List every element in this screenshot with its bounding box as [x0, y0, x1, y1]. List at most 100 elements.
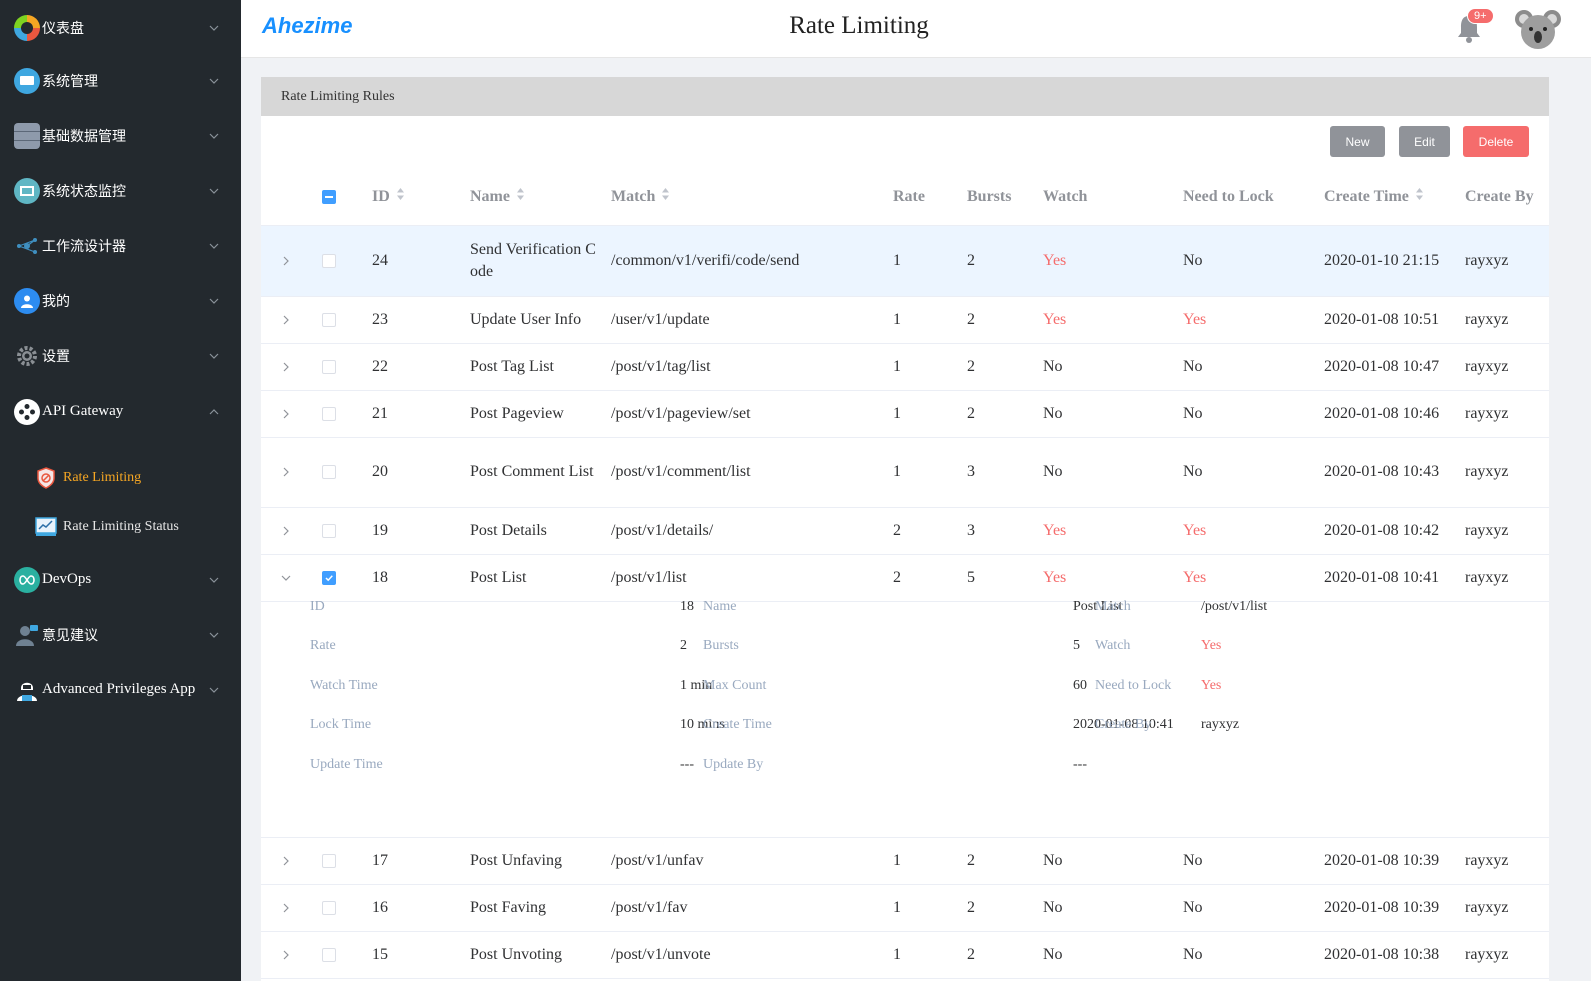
cell-rate: 1	[893, 945, 901, 963]
sidebar-subitem-rate-limiting[interactable]: Rate Limiting	[0, 456, 241, 500]
chevron-right-icon[interactable]	[281, 884, 291, 931]
chevron-right-icon[interactable]	[281, 296, 291, 343]
row-checkbox[interactable]	[322, 343, 336, 390]
chevron-down-icon	[209, 23, 219, 33]
detail-label-rate: Rate	[310, 638, 336, 653]
cell-by: rayxyz	[1465, 463, 1509, 480]
new-button[interactable]: New	[1330, 126, 1385, 157]
chevron-down-icon[interactable]	[281, 554, 291, 601]
table-row[interactable]: 21 Post Pageview/post/v1/pageview/set 1 2 No…	[261, 390, 1549, 438]
table-row[interactable]: 15 Post Unvoting/post/v1/unvote 1 2 No No 2020…	[261, 931, 1549, 979]
row-checkbox[interactable]	[322, 837, 336, 884]
detail-label-max-count: Max Count	[703, 678, 767, 693]
cell-lock: No	[1183, 898, 1203, 916]
menu-item-feedback[interactable]: 意见建议	[0, 607, 241, 662]
row-checkbox[interactable]	[322, 554, 336, 601]
row-checkbox[interactable]	[322, 390, 336, 437]
chevron-down-icon	[209, 296, 219, 306]
menu-item-dashboard[interactable]: 仪表盘	[0, 0, 241, 55]
table-row[interactable]: 23 Update User Info/user/v1/update 1 2 Yes Ye…	[261, 296, 1549, 344]
cell-time: 2020-01-08 10:39	[1324, 851, 1440, 869]
menu-item-mine[interactable]: 我的	[0, 273, 241, 328]
cell-time: 2020-01-08 10:38	[1324, 945, 1440, 963]
table-row[interactable]: 19 Post Details/post/v1/details/2 3 Yes Yes 2…	[261, 507, 1549, 555]
chevron-right-icon[interactable]	[281, 390, 291, 437]
menu-item-settings[interactable]: 设置	[0, 328, 241, 383]
cell-time: 2020-01-10 21:15	[1324, 252, 1440, 269]
cell-watch: No	[1043, 945, 1063, 963]
chevron-right-icon[interactable]	[281, 437, 291, 507]
column-create-time[interactable]: Create Time	[1324, 168, 1424, 225]
detail-value-create-by: rayxyz	[1201, 717, 1240, 732]
delete-button[interactable]: Delete	[1463, 126, 1529, 157]
row-checkbox[interactable]	[322, 226, 336, 296]
database-icon	[14, 122, 40, 149]
cell-by: rayxyz	[1465, 252, 1509, 269]
sort-icon[interactable]	[396, 187, 405, 206]
select-all-checkbox[interactable]	[322, 168, 336, 225]
cell-bursts: 2	[967, 851, 975, 869]
table-row[interactable]: 18 Post List/post/v1/list 2 5 Yes Yes 2020-01-…	[261, 554, 1549, 602]
detail-value-bursts: 5	[1073, 638, 1080, 653]
top-header: Ahezime Rate Limiting 9+	[241, 0, 1591, 58]
table-row[interactable]: 16 Post Faving/post/v1/fav 1 2 No No 2020-01-0…	[261, 884, 1549, 932]
row-checkbox[interactable]	[322, 437, 336, 507]
cell-match: /post/v1/tag/list	[611, 357, 711, 375]
chevron-right-icon[interactable]	[281, 226, 291, 296]
cell-rate: 1	[893, 310, 901, 328]
sidebar-subitem-rate-limiting-status[interactable]: Rate Limiting Status	[0, 505, 241, 549]
cell-match: /post/v1/unvote	[611, 945, 711, 963]
row-checkbox[interactable]	[322, 884, 336, 931]
row-checkbox[interactable]	[322, 507, 336, 554]
cell-by: rayxyz	[1465, 568, 1509, 586]
column-id[interactable]: ID	[372, 168, 405, 225]
cell-bursts: 3	[967, 463, 975, 480]
row-checkbox[interactable]	[322, 931, 336, 978]
chevron-down-icon	[209, 685, 219, 695]
chevron-right-icon[interactable]	[281, 931, 291, 978]
sort-icon[interactable]	[516, 187, 525, 206]
row-checkbox[interactable]	[322, 296, 336, 343]
sort-icon[interactable]	[661, 187, 670, 206]
avatar[interactable]	[1515, 6, 1561, 50]
detail-value-watch: Yes	[1201, 638, 1222, 653]
cell-id: 15	[372, 945, 388, 963]
table-row[interactable]: 24 Send Verification Code/common/v1/verif…	[261, 226, 1549, 297]
edit-button[interactable]: Edit	[1399, 126, 1450, 157]
menu-item-advanced-privileges[interactable]: Advanced Privileges App	[0, 662, 241, 717]
api-gateway-icon	[14, 398, 40, 425]
cell-bursts: 2	[967, 357, 975, 375]
cell-id: 20	[372, 463, 388, 480]
menu-item-workflow-designer[interactable]: 工作流设计器	[0, 218, 241, 273]
column-match[interactable]: Match	[611, 168, 670, 225]
chevron-right-icon[interactable]	[281, 837, 291, 884]
cell-watch: Yes	[1043, 521, 1067, 539]
column-name[interactable]: Name	[470, 168, 525, 225]
chevron-right-icon[interactable]	[281, 507, 291, 554]
cell-by: rayxyz	[1465, 945, 1509, 963]
cell-bursts: 2	[967, 898, 975, 916]
chevron-down-icon	[209, 575, 219, 585]
cell-lock: No	[1183, 945, 1203, 963]
menu-item-devops[interactable]: DevOps	[0, 552, 241, 607]
menu-item-api-gateway[interactable]: API Gateway	[0, 384, 241, 439]
table-row[interactable]: 17 Post Unfaving/post/v1/unfav 1 2 No No 2020-…	[261, 837, 1549, 885]
cell-time: 2020-01-08 10:42	[1324, 521, 1440, 539]
cell-rate: 1	[893, 357, 901, 375]
cell-name: Post Comment List	[470, 463, 594, 480]
menu-item-status-monitor[interactable]: 系统状态监控	[0, 163, 241, 218]
cell-watch: No	[1043, 404, 1063, 422]
cell-rate: 1	[893, 463, 901, 480]
detail-value-rate: 2	[680, 638, 687, 653]
menu-item-system-management[interactable]: 系统管理	[0, 53, 241, 108]
sort-icon[interactable]	[1415, 187, 1424, 206]
menu-item-basic-data[interactable]: 基础数据管理	[0, 108, 241, 163]
cell-lock: No	[1183, 357, 1203, 375]
cell-match: /post/v1/fav	[611, 898, 688, 916]
cell-watch: No	[1043, 463, 1063, 480]
table-row[interactable]: 20 Post Comment List/post/v1/comment/list…	[261, 437, 1549, 508]
table-row[interactable]: 22 Post Tag List/post/v1/tag/list 1 2 No No 20…	[261, 343, 1549, 391]
detail-label-create-time: Create Time	[703, 717, 772, 732]
chevron-right-icon[interactable]	[281, 343, 291, 390]
cell-bursts: 2	[967, 404, 975, 422]
